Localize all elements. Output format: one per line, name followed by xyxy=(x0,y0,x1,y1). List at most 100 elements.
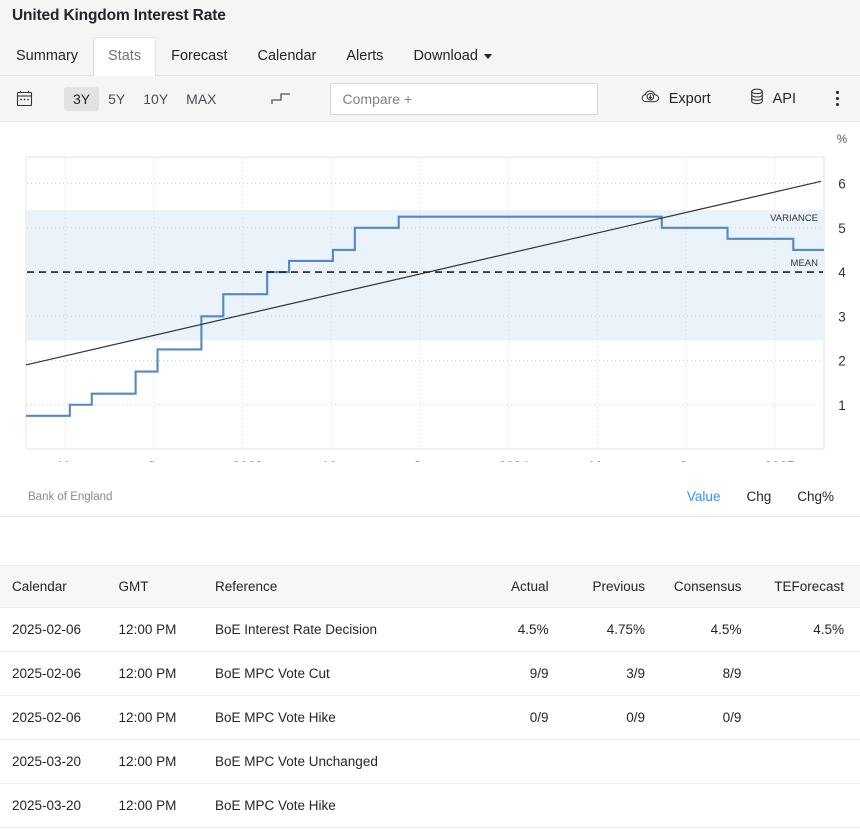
database-icon xyxy=(749,88,765,109)
cell-consensus: 0/9 xyxy=(659,696,755,740)
kebab-dot xyxy=(836,91,839,94)
cell-calendar: 2025-02-06 xyxy=(0,696,119,740)
calendar-table: CalendarGMTReferenceActualPreviousConsen… xyxy=(0,565,860,829)
mean-label: MEAN xyxy=(791,258,819,269)
step-chart-icon[interactable] xyxy=(266,86,296,112)
tab-download[interactable]: Download xyxy=(398,37,507,75)
x-axis-tick: 2023 xyxy=(233,459,263,462)
range-button-3y[interactable]: 3Y xyxy=(64,87,99,111)
y-axis-unit: % xyxy=(837,134,847,146)
column-header-teforecast[interactable]: TEForecast xyxy=(755,566,860,608)
cell-gmt: 12:00 PM xyxy=(119,608,215,652)
api-label: API xyxy=(773,91,796,107)
section-spacer xyxy=(0,517,860,565)
x-axis-tick: May xyxy=(324,459,350,462)
y-axis-tick: 2 xyxy=(838,354,846,369)
series-toggle-value[interactable]: Value xyxy=(687,489,721,504)
cell-teforecast xyxy=(755,784,860,828)
api-button[interactable]: API xyxy=(741,84,804,113)
cell-reference: BoE MPC Vote Hike xyxy=(215,696,466,740)
cell-teforecast xyxy=(755,652,860,696)
cell-gmt: 12:00 PM xyxy=(119,784,215,828)
y-axis-tick: 3 xyxy=(838,309,846,324)
cell-consensus: 4.5% xyxy=(659,608,755,652)
table-row[interactable]: 2025-03-2012:00 PMBoE MPC Vote Hike xyxy=(0,784,860,828)
cell-reference: BoE MPC Vote Cut xyxy=(215,652,466,696)
range-button-max[interactable]: MAX xyxy=(177,87,225,111)
column-header-consensus[interactable]: Consensus xyxy=(659,566,755,608)
tab-label: Calendar xyxy=(258,49,317,64)
tab-calendar[interactable]: Calendar xyxy=(243,37,332,75)
tab-summary[interactable]: Summary xyxy=(1,37,93,75)
table-row[interactable]: 2025-02-0612:00 PMBoE MPC Vote Cut9/93/9… xyxy=(0,652,860,696)
cell-calendar: 2025-03-20 xyxy=(0,740,119,784)
y-axis-tick: 6 xyxy=(838,177,846,192)
kebab-menu-icon[interactable] xyxy=(826,86,848,112)
cell-previous xyxy=(563,784,659,828)
chart-toolbar: 3Y5Y10YMAX Export xyxy=(0,76,860,122)
page-header: United Kingdom Interest Rate xyxy=(0,0,860,32)
page-title: United Kingdom Interest Rate xyxy=(12,7,226,25)
variance-label: VARIANCE xyxy=(770,213,818,224)
column-header-calendar[interactable]: Calendar xyxy=(0,566,119,608)
x-axis-tick: 2024 xyxy=(499,459,530,462)
column-header-previous[interactable]: Previous xyxy=(563,566,659,608)
tab-stats[interactable]: Stats xyxy=(93,37,156,76)
cell-previous: 4.75% xyxy=(563,608,659,652)
cell-consensus xyxy=(659,740,755,784)
calendar-icon[interactable] xyxy=(10,85,38,113)
cell-gmt: 12:00 PM xyxy=(119,696,215,740)
cell-teforecast: 4.5% xyxy=(755,608,860,652)
tab-label: Forecast xyxy=(171,49,227,64)
tab-forecast[interactable]: Forecast xyxy=(156,37,242,75)
cell-reference: BoE MPC Vote Hike xyxy=(215,784,466,828)
cell-reference: BoE MPC Vote Unchanged xyxy=(215,740,466,784)
cell-actual: 9/9 xyxy=(466,652,562,696)
cell-teforecast xyxy=(755,696,860,740)
table-row[interactable]: 2025-02-0612:00 PMBoE MPC Vote Hike 0/90/… xyxy=(0,696,860,740)
x-axis-tick: May xyxy=(590,459,616,462)
column-header-actual[interactable]: Actual xyxy=(466,566,562,608)
cell-calendar: 2025-03-20 xyxy=(0,784,119,828)
toolbar-actions: Export API xyxy=(633,84,848,113)
x-axis-tick: May xyxy=(58,459,84,462)
series-toggle-chg[interactable]: Chg xyxy=(746,489,771,504)
export-button[interactable]: Export xyxy=(633,85,719,113)
cell-previous: 3/9 xyxy=(563,652,659,696)
tab-alerts[interactable]: Alerts xyxy=(331,37,398,75)
range-selector: 3Y5Y10YMAX xyxy=(64,87,226,111)
chevron-down-icon xyxy=(484,54,492,59)
interest-rate-chart[interactable]: VARIANCEMEAN123456%MaySep2023MaySep2024M… xyxy=(0,122,860,462)
x-axis-tick: Sep xyxy=(147,459,171,462)
chart-footer: Bank of England Value Chg Chg% xyxy=(0,489,860,504)
table-header: CalendarGMTReferenceActualPreviousConsen… xyxy=(0,566,860,608)
x-axis-tick: Sep xyxy=(413,459,437,462)
column-header-reference[interactable]: Reference xyxy=(215,566,466,608)
y-axis-tick: 4 xyxy=(838,265,846,280)
column-header-gmt[interactable]: GMT xyxy=(119,566,215,608)
cell-calendar: 2025-02-06 xyxy=(0,652,119,696)
series-toggle-chgpct[interactable]: Chg% xyxy=(797,489,834,504)
table-row[interactable]: 2025-03-2012:00 PMBoE MPC Vote Unchanged xyxy=(0,740,860,784)
tab-label: Alerts xyxy=(346,49,383,64)
export-label: Export xyxy=(669,91,711,107)
cell-consensus: 8/9 xyxy=(659,652,755,696)
cell-previous: 0/9 xyxy=(563,696,659,740)
table-body: 2025-02-0612:00 PMBoE Interest Rate Deci… xyxy=(0,608,860,829)
range-button-10y[interactable]: 10Y xyxy=(134,87,177,111)
cell-actual xyxy=(466,740,562,784)
tab-label: Stats xyxy=(108,49,141,64)
chart-source: Bank of England xyxy=(28,491,112,503)
range-button-5y[interactable]: 5Y xyxy=(99,87,134,111)
x-axis-tick: 2025 xyxy=(765,459,795,462)
cell-calendar: 2025-02-06 xyxy=(0,608,119,652)
y-axis-tick: 5 xyxy=(838,221,846,236)
cloud-download-icon xyxy=(641,89,661,109)
cell-teforecast xyxy=(755,740,860,784)
tab-label: Download xyxy=(413,49,478,64)
x-axis-tick: Sep xyxy=(679,459,703,462)
table-row[interactable]: 2025-02-0612:00 PMBoE Interest Rate Deci… xyxy=(0,608,860,652)
cell-consensus xyxy=(659,784,755,828)
kebab-dot xyxy=(836,97,839,100)
compare-input[interactable] xyxy=(330,83,598,115)
